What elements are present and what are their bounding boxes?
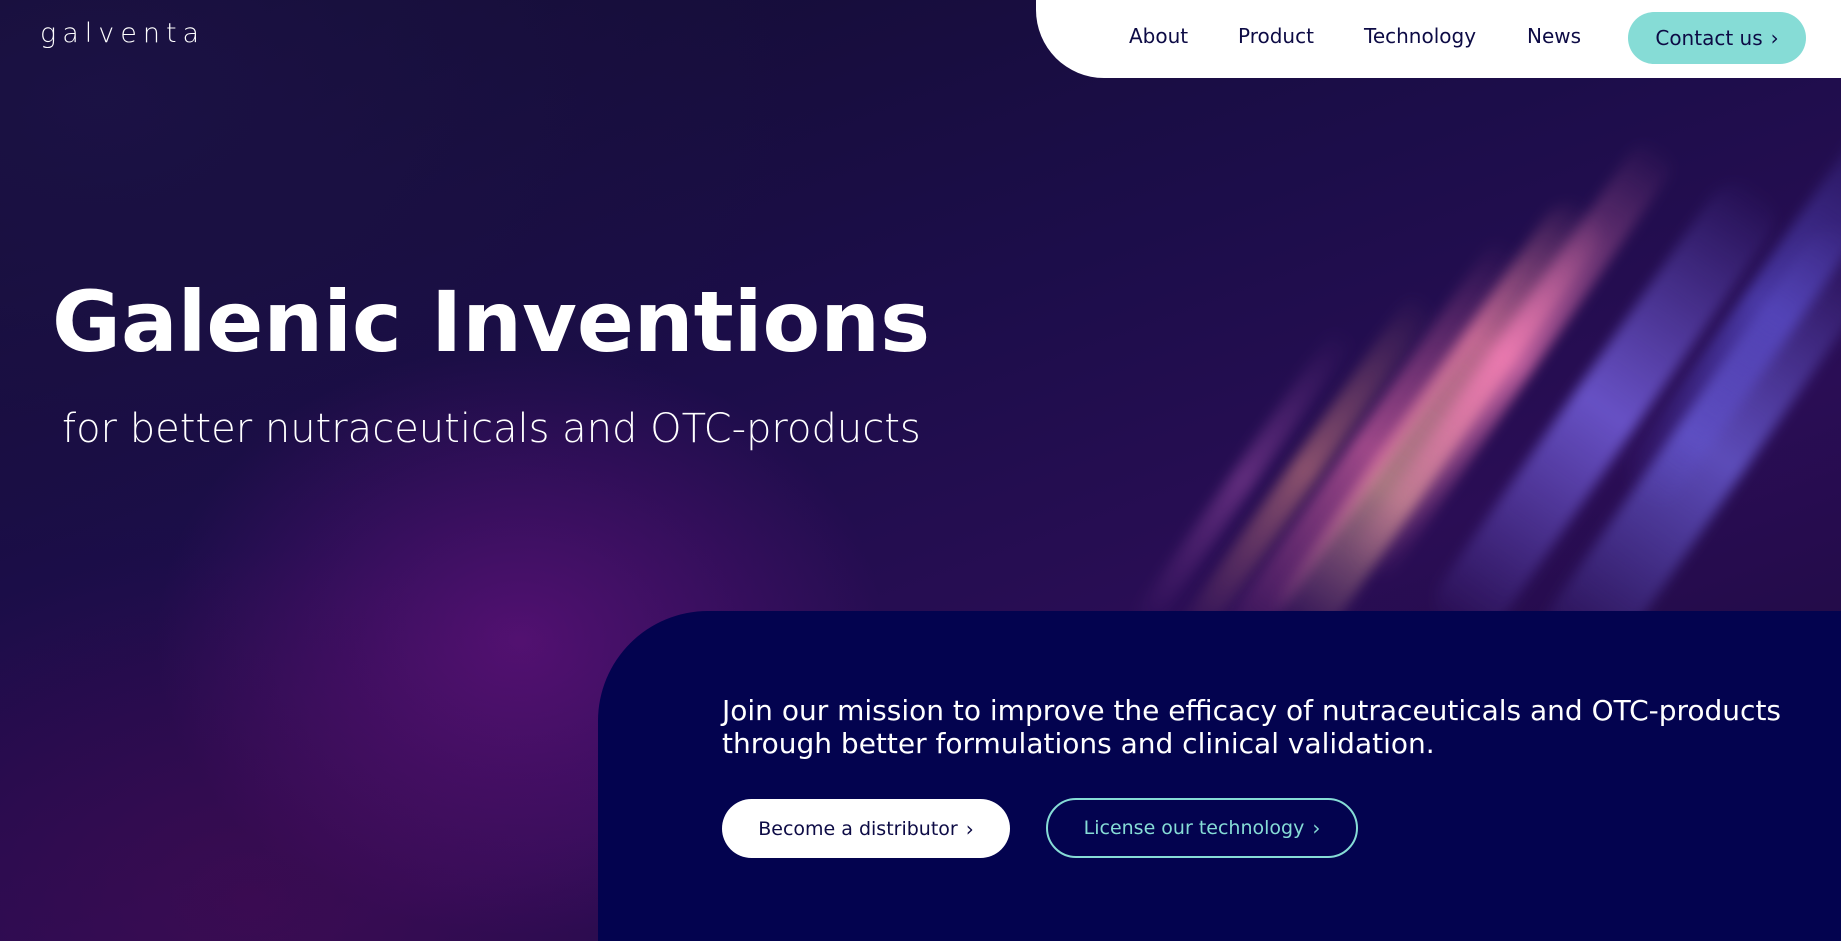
mission-panel <box>598 611 1841 941</box>
chevron-right-icon: › <box>1770 26 1779 50</box>
chevron-right-icon: › <box>965 816 974 841</box>
top-bar: GALVENTA About Product Technology News C… <box>0 0 1841 80</box>
license-technology-label: License our technology <box>1083 817 1305 839</box>
nav-news[interactable]: News <box>1527 24 1581 48</box>
galventa-logo[interactable]: GALVENTA <box>40 18 205 49</box>
become-distributor-label: Become a distributor <box>758 817 958 840</box>
hero-title: Galenic Inventions <box>52 273 931 371</box>
become-distributor-button[interactable]: Become a distributor › <box>722 799 1010 858</box>
license-technology-button[interactable]: License our technology › <box>1046 798 1358 858</box>
nav-about[interactable]: About <box>1129 24 1188 48</box>
contact-us-label: Contact us <box>1655 26 1763 50</box>
nav-technology[interactable]: Technology <box>1364 24 1476 48</box>
hero-subtitle: for better nutraceuticals and OTC-produc… <box>62 406 921 452</box>
chevron-right-icon: › <box>1312 816 1321 840</box>
hero-abstract-image <box>1050 40 1841 612</box>
mission-text: Join our mission to improve the efficacy… <box>722 694 1782 760</box>
nav-product[interactable]: Product <box>1238 24 1314 48</box>
contact-us-button[interactable]: Contact us › <box>1628 12 1806 64</box>
